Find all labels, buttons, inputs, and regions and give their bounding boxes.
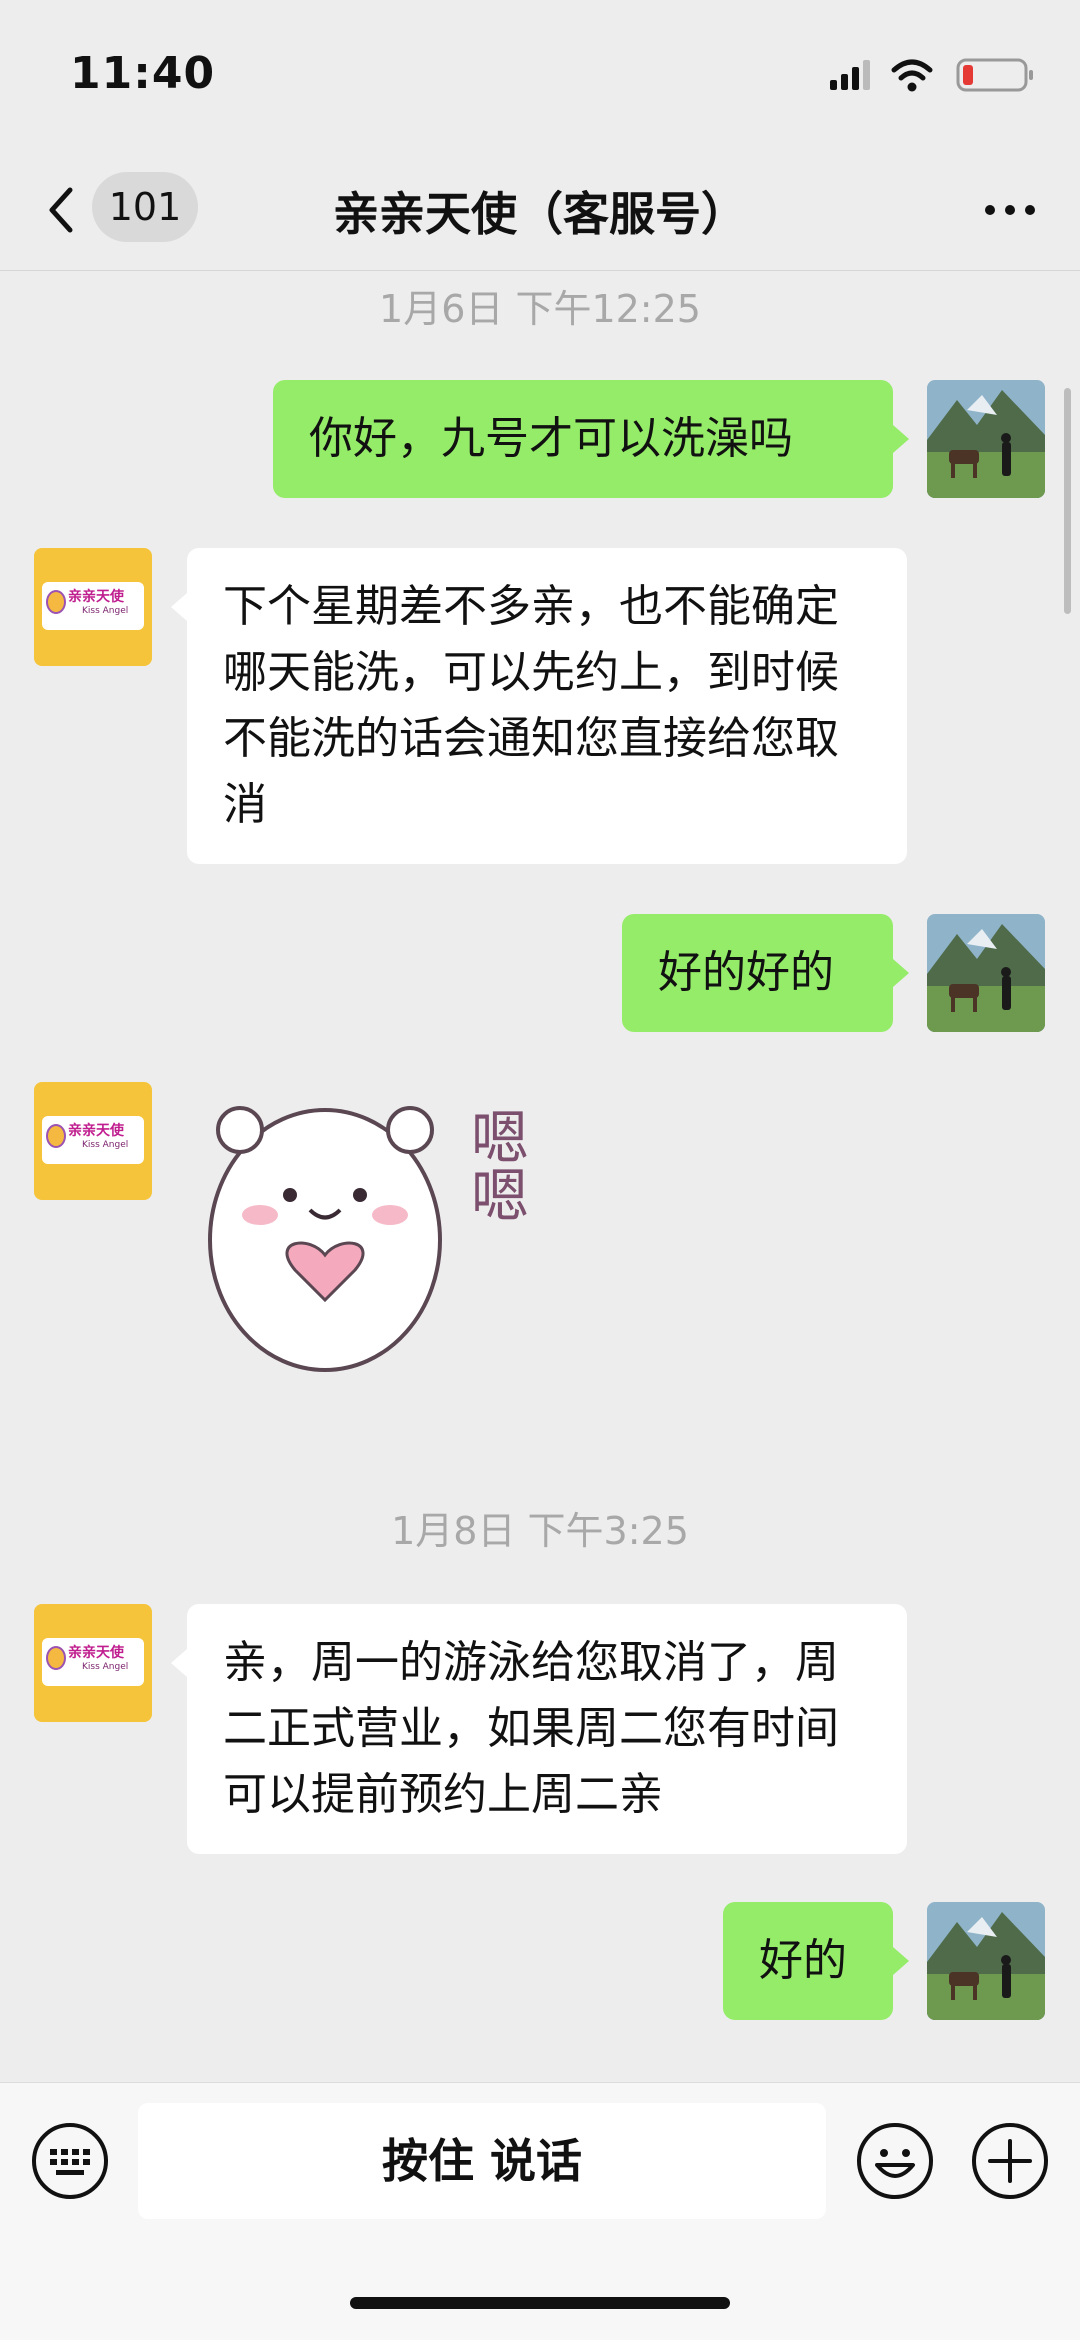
service-avatar[interactable]: 亲亲天使 Kiss Angel — [34, 1604, 152, 1722]
kiss-angel-logo: 亲亲天使 Kiss Angel — [42, 1638, 144, 1686]
angel-icon — [46, 590, 66, 614]
sticker-caption: 嗯嗯 — [461, 1107, 529, 1223]
message-bubble-self[interactable]: 好的 — [723, 1902, 893, 2020]
logo-text: 亲亲天使 — [68, 1123, 124, 1139]
bubble-tail — [893, 959, 909, 987]
wifi-icon — [891, 59, 933, 92]
scrollbar[interactable] — [1064, 388, 1071, 614]
logo-subtext: Kiss Angel — [82, 1662, 129, 1672]
message-bubble-other[interactable]: 亲，周一的游泳给您取消了，周二正式营业，如果周二您有时间可以提前预约上周二亲 — [187, 1604, 907, 1854]
logo-subtext: Kiss Angel — [82, 606, 129, 616]
bubble-tail — [171, 593, 187, 621]
service-avatar[interactable]: 亲亲天使 Kiss Angel — [34, 548, 152, 666]
sticker-bear-heart[interactable]: 嗯嗯 — [190, 1090, 550, 1390]
landscape-avatar-icon — [927, 380, 1045, 498]
input-bar: 按住 说话 — [0, 2082, 1080, 2340]
angel-icon — [46, 1646, 66, 1670]
back-icon[interactable] — [36, 182, 92, 238]
bubble-tail — [893, 1947, 909, 1975]
landscape-avatar-icon — [927, 1902, 1045, 2020]
service-avatar[interactable]: 亲亲天使 Kiss Angel — [34, 1082, 152, 1200]
unread-count-badge[interactable]: 101 — [92, 172, 198, 242]
bubble-tail — [171, 1649, 187, 1677]
chat-title: 亲亲天使（客服号） — [333, 187, 747, 241]
bubble-tail — [893, 425, 909, 453]
status-icons — [830, 58, 1033, 92]
logo-text: 亲亲天使 — [68, 1645, 124, 1661]
home-indicator[interactable] — [350, 2297, 730, 2309]
emoji-icon[interactable] — [855, 2121, 935, 2201]
status-time: 11:40 — [70, 48, 216, 99]
angel-icon — [46, 1124, 66, 1148]
user-avatar[interactable] — [927, 380, 1045, 498]
message-bubble-self[interactable]: 你好，九号才可以洗澡吗 — [273, 380, 893, 498]
landscape-avatar-icon — [927, 914, 1045, 1032]
keyboard-icon[interactable] — [30, 2121, 110, 2201]
user-avatar[interactable] — [927, 914, 1045, 1032]
logo-text: 亲亲天使 — [68, 589, 124, 605]
user-avatar[interactable] — [927, 1902, 1045, 2020]
nav-bar: 101 亲亲天使（客服号） — [0, 150, 1080, 271]
message-timestamp: 1月8日 下午3:25 — [391, 1509, 689, 1553]
message-bubble-self[interactable]: 好的好的 — [622, 914, 893, 1032]
bear-icon — [208, 1106, 442, 1372]
message-timestamp: 1月6日 下午12:25 — [379, 287, 701, 331]
hold-to-talk-button[interactable]: 按住 说话 — [138, 2103, 826, 2219]
status-bar: 11:40 — [0, 0, 1080, 150]
message-bubble-other[interactable]: 下个星期差不多亲，也不能确定哪天能洗，可以先约上，到时候不能洗的话会通知您直接给… — [187, 548, 907, 864]
kiss-angel-logo: 亲亲天使 Kiss Angel — [42, 582, 144, 630]
more-icon[interactable] — [980, 190, 1040, 230]
battery-icon — [956, 58, 1033, 92]
kiss-angel-logo: 亲亲天使 Kiss Angel — [42, 1116, 144, 1164]
plus-icon[interactable] — [970, 2121, 1050, 2201]
logo-subtext: Kiss Angel — [82, 1140, 129, 1150]
signal-icon — [830, 60, 870, 90]
